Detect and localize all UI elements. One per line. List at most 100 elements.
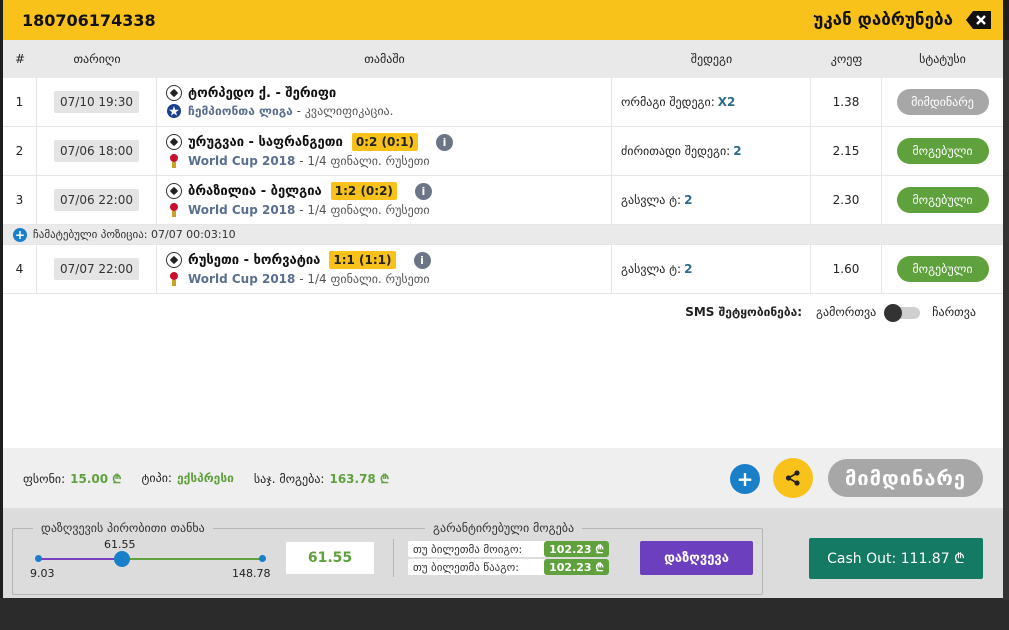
stake-label: ფსონი: [23, 471, 66, 486]
row-coef: 1.38 [811, 78, 882, 126]
back-label: უკან დაბრუნება [813, 10, 953, 30]
league-name: World Cup 2018 [188, 154, 296, 168]
if-win-label: თუ ბილეთმა მოიგო: [408, 541, 548, 557]
table-header: # თარიღი თამაში შედეგი კოეფ სტატუსი [3, 40, 1003, 78]
max-win-label: საჯ. მოგება: [253, 471, 325, 486]
type-label: ტიპი: [141, 471, 172, 485]
row-teams[interactable]: ტორპედო ქ. - შერიფი [188, 86, 336, 101]
row-number: 4 [3, 245, 37, 293]
row-number: 2 [3, 127, 37, 175]
row-number: 3 [3, 176, 37, 224]
soccer-ball-icon [166, 252, 182, 268]
league-stage: - 1/4 ფინალი. რუსეთი [295, 203, 430, 217]
slider-track-filled [38, 558, 123, 560]
result-value: X2 [717, 95, 736, 109]
row-number: 1 [3, 78, 37, 126]
status-badge: მოგებული [896, 138, 989, 164]
back-close-icon [966, 11, 991, 29]
world-cup-icon [170, 154, 178, 168]
league-stage: - 1/4 ფინალი. რუსეთი [295, 154, 430, 168]
if-lose-label: თუ ბილეთმა წააგო: [408, 559, 548, 575]
combo-note-row: + ჩამატებული პოზიცია: 07/07 00:03:10 [3, 225, 1003, 245]
summary-bar: ფსონი: 15.00 ₾ ტიპი: ექსპრესი საჯ. მოგება:… [3, 448, 1003, 508]
score-badge: 1:2 (0:2) [330, 182, 397, 200]
row-coef: 1.60 [811, 245, 882, 293]
insurance-fieldset: დაზღვევის პირობითი თანხა გარანტირებული მ… [12, 521, 763, 596]
col-status: სტატუსი [919, 52, 966, 66]
insure-button[interactable]: დაზღვევა [640, 541, 753, 575]
insurance-bar: დაზღვევის პირობითი თანხა გარანტირებული მ… [3, 508, 1003, 598]
soccer-ball-icon [166, 134, 182, 150]
slider-current-value: 61.55 [104, 538, 136, 551]
score-badge: 0:2 (0:1) [351, 133, 418, 151]
row-teams[interactable]: ურუგვაი - საფრანგეთი [188, 135, 343, 150]
row-teams[interactable]: ბრაზილია - ბელგია [188, 184, 322, 199]
plus-circle-icon[interactable]: + [13, 227, 27, 242]
insurance-slider[interactable]: 61.55 9.03 148.78 [13, 529, 283, 596]
league-name: ჩემპიონთა ლიგა [188, 104, 293, 118]
modal-header: 180706174338 უკან დაბრუნება [3, 0, 1003, 40]
row-date: 07/06 18:00 [54, 140, 139, 162]
sms-settings: SMS შეტყობინება: გამორთვა ჩართვა [685, 304, 976, 322]
sms-toggle[interactable] [884, 304, 924, 322]
slider-handle[interactable] [114, 551, 131, 567]
slider-track-rest [122, 558, 262, 560]
result-label: ორმაგი შედეგი: [621, 95, 715, 109]
world-cup-icon [170, 272, 178, 286]
table-row: 4 07/07 22:00 რუსეთი - ხორვატია 1:1 (1:1… [3, 245, 1003, 294]
background-page [0, 598, 1009, 630]
row-league: ჩემპიონთა ლიგა - კვალიფიკაცია. [188, 104, 393, 118]
ticket-id: 180706174338 [22, 10, 156, 30]
ticket-status-button[interactable]: მიმდინარე [828, 459, 983, 497]
row-date: 07/07 22:00 [54, 258, 139, 280]
share-icon [785, 470, 800, 486]
back-button[interactable]: უკან დაბრუნება [813, 10, 993, 30]
league-name: World Cup 2018 [188, 203, 296, 217]
type-value: ექსპრესი [176, 471, 234, 485]
col-coef: კოეფ [830, 52, 863, 66]
table-row: 2 07/06 18:00 ურუგვაი - საფრანგეთი 0:2 (… [3, 127, 1003, 176]
sms-on-label: ჩართვა [932, 305, 976, 319]
divider [393, 539, 394, 577]
league-name: World Cup 2018 [188, 272, 296, 286]
info-icon[interactable]: i [413, 251, 431, 269]
max-win-value: 163.78 ₾ [329, 471, 390, 486]
max-win-summary: საჯ. მოგება: 163.78 ₾ [254, 470, 389, 487]
info-icon[interactable]: i [435, 133, 453, 151]
table-row: 3 07/06 22:00 ბრაზილია - ბელგია 1:2 (0:2… [3, 176, 1003, 225]
sms-off-label: გამორთვა [816, 305, 877, 319]
slider-max-dot [259, 555, 266, 562]
col-date: თარიღი [73, 52, 121, 66]
col-game: თამაში [364, 52, 405, 66]
bet-details-modal: 180706174338 უკან დაბრუნება # თარიღი თამ… [3, 0, 1003, 598]
score-badge: 1:1 (1:1) [329, 251, 396, 269]
soccer-ball-icon [166, 183, 182, 199]
row-league: World Cup 2018 - 1/4 ფინალი. რუსეთი [188, 203, 430, 217]
col-result: შედეგი [690, 52, 733, 66]
soccer-ball-icon [166, 85, 182, 101]
insurance-amount-input[interactable]: 61.55 [285, 541, 375, 575]
info-icon[interactable]: i [414, 182, 432, 200]
result-label: გასვლა ტ: [621, 193, 682, 207]
result-label: ძირითადი შედეგი: [621, 144, 731, 158]
if-lose-value: 102.23 ₾ [544, 559, 609, 575]
cash-out-button[interactable]: Cash Out: 111.87 ₾ [809, 538, 983, 579]
result-value: 2 [733, 144, 742, 158]
guaranteed-title: გარანტირებული მოგება [425, 521, 583, 535]
col-number: # [14, 52, 26, 66]
share-button[interactable] [773, 458, 813, 498]
if-win-value: 102.23 ₾ [544, 541, 609, 557]
table-row: 1 07/10 19:30 ტორპედო ქ. - შერიფი ჩემპიო… [3, 78, 1003, 127]
add-button[interactable]: + [730, 464, 760, 494]
row-date: 07/10 19:30 [54, 91, 139, 113]
type-summary: ტიპი: ექსპრესი [142, 471, 234, 485]
result-label: გასვლა ტ: [621, 262, 682, 276]
row-coef: 2.15 [811, 127, 882, 175]
result-value: 2 [684, 262, 693, 276]
row-teams[interactable]: რუსეთი - ხორვატია [188, 253, 320, 268]
league-stage: - 1/4 ფინალი. რუსეთი [295, 272, 430, 286]
result-value: 2 [684, 193, 693, 207]
status-badge: მოგებული [896, 187, 989, 213]
background-edge [1003, 40, 1009, 600]
row-date: 07/06 22:00 [54, 189, 139, 211]
